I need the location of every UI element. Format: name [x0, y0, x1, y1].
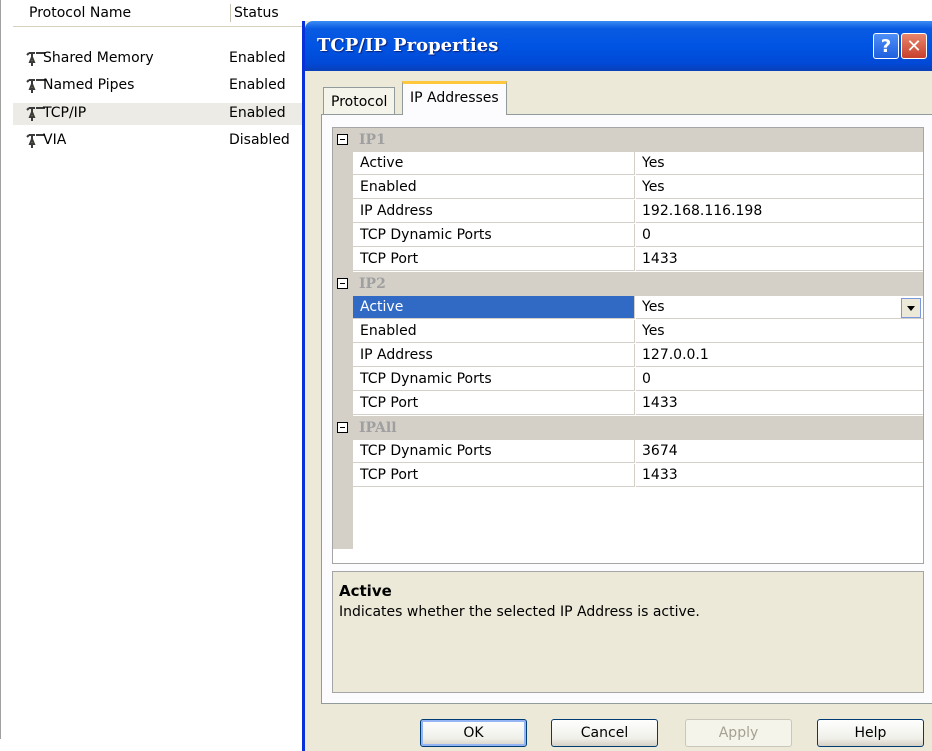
property-name: IP Address: [353, 200, 635, 223]
property-value[interactable]: 0: [636, 368, 923, 391]
property-name: Enabled: [353, 320, 635, 343]
collapse-minus-icon[interactable]: [337, 278, 348, 289]
collapse-minus-icon[interactable]: [337, 134, 348, 145]
property-row[interactable]: IP Address 192.168.116.198: [333, 200, 923, 224]
property-value[interactable]: 1433: [636, 392, 923, 415]
property-row[interactable]: TCP Port 1433: [333, 248, 923, 272]
property-name: Active: [353, 152, 635, 175]
protocol-status: Enabled: [229, 77, 286, 93]
column-header-status[interactable]: Status: [234, 5, 279, 21]
description-title: Active: [339, 582, 392, 600]
property-value[interactable]: Yes: [636, 152, 923, 175]
protocol-status: Enabled: [229, 50, 286, 66]
ok-button[interactable]: OK: [420, 719, 527, 747]
dropdown-value: Yes: [642, 299, 665, 315]
protocol-row-named-pipes[interactable]: Named Pipes Enabled: [13, 75, 303, 97]
help-button[interactable]: Help: [817, 719, 924, 747]
property-name: Active: [353, 296, 635, 319]
property-row[interactable]: Enabled Yes: [333, 320, 923, 344]
protocol-row-tcp-ip[interactable]: TCP/IP Enabled: [13, 103, 303, 125]
protocol-name: Shared Memory: [43, 50, 154, 66]
property-row-selected[interactable]: Active Yes: [333, 296, 923, 320]
property-name: TCP Dynamic Ports: [353, 368, 635, 391]
property-value[interactable]: Yes: [636, 176, 923, 199]
property-grid: IP1 Active Yes Enabled Yes IP Address 19…: [332, 127, 924, 564]
property-row[interactable]: TCP Port 1433: [333, 464, 923, 488]
protocol-row-via[interactable]: VIA Disabled: [13, 130, 303, 152]
property-name: TCP Port: [353, 464, 635, 487]
protocol-name: VIA: [43, 132, 67, 148]
property-value[interactable]: 127.0.0.1: [636, 344, 923, 367]
property-row[interactable]: Active Yes: [333, 152, 923, 176]
tab-ip-addresses[interactable]: IP Addresses: [402, 81, 507, 115]
property-name: TCP Port: [353, 392, 635, 415]
property-name: TCP Port: [353, 248, 635, 271]
chevron-down-icon[interactable]: [901, 298, 921, 318]
protocol-list: Protocol Name Status Shared Memory Enabl…: [0, 0, 303, 739]
property-value-dropdown[interactable]: Yes: [636, 296, 923, 319]
tcp-ip-properties-dialog: TCP/IP Properties ? ✕ Protocol IP Addres…: [302, 21, 932, 751]
property-row[interactable]: TCP Port 1433: [333, 392, 923, 416]
protocol-list-header: Protocol Name Status: [13, 0, 303, 27]
section-label: IP1: [359, 132, 386, 148]
collapse-minus-icon[interactable]: [337, 422, 348, 433]
property-name: Enabled: [353, 176, 635, 199]
tab-protocol[interactable]: Protocol: [323, 87, 396, 114]
section-header-ipall[interactable]: IPAll: [333, 416, 923, 440]
protocol-name: Named Pipes: [43, 77, 135, 93]
protocol-status: Disabled: [229, 132, 290, 148]
property-value[interactable]: 192.168.116.198: [636, 200, 923, 223]
description-panel: Active Indicates whether the selected IP…: [332, 571, 924, 693]
column-separator[interactable]: [230, 4, 231, 22]
protocol-status: Enabled: [229, 105, 286, 121]
help-title-button[interactable]: ?: [873, 33, 899, 59]
dialog-titlebar[interactable]: TCP/IP Properties ? ✕: [305, 21, 932, 71]
property-name: IP Address: [353, 344, 635, 367]
property-value[interactable]: 1433: [636, 464, 923, 487]
background-area: [302, 0, 932, 20]
section-header-ip1[interactable]: IP1: [333, 128, 923, 152]
property-name: TCP Dynamic Ports: [353, 224, 635, 247]
tab-panel-ip-addresses: IP1 Active Yes Enabled Yes IP Address 19…: [321, 114, 932, 704]
protocol-row-shared-memory[interactable]: Shared Memory Enabled: [13, 48, 303, 70]
property-row[interactable]: TCP Dynamic Ports 0: [333, 368, 923, 392]
dialog-title: TCP/IP Properties: [317, 35, 499, 56]
property-row[interactable]: TCP Dynamic Ports 3674: [333, 440, 923, 464]
section-label: IP2: [359, 276, 386, 292]
property-value[interactable]: Yes: [636, 320, 923, 343]
property-name: TCP Dynamic Ports: [353, 440, 635, 463]
column-header-protocol-name[interactable]: Protocol Name: [29, 5, 131, 21]
protocol-name: TCP/IP: [43, 105, 87, 121]
property-row[interactable]: Enabled Yes: [333, 176, 923, 200]
property-value[interactable]: 0: [636, 224, 923, 247]
description-text: Indicates whether the selected IP Addres…: [339, 604, 700, 620]
property-row[interactable]: IP Address 127.0.0.1: [333, 344, 923, 368]
property-value[interactable]: 3674: [636, 440, 923, 463]
section-label: IPAll: [359, 420, 397, 436]
property-row[interactable]: TCP Dynamic Ports 0: [333, 224, 923, 248]
section-header-ip2[interactable]: IP2: [333, 272, 923, 296]
apply-button[interactable]: Apply: [685, 719, 792, 747]
property-value[interactable]: 1433: [636, 248, 923, 271]
cancel-button[interactable]: Cancel: [551, 719, 658, 747]
close-title-button[interactable]: ✕: [901, 33, 927, 59]
